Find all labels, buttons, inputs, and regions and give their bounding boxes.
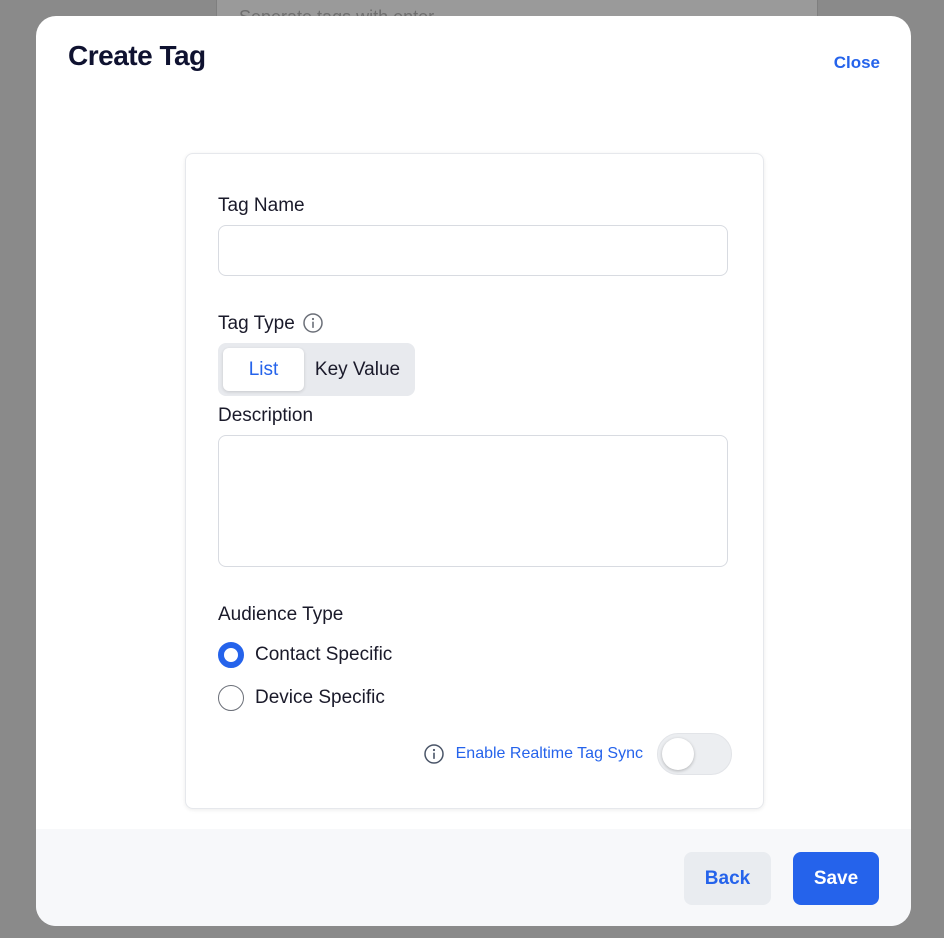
radio-button-checked[interactable]: [218, 642, 244, 668]
description-label: Description: [218, 405, 314, 426]
tag-type-option-list[interactable]: List: [223, 348, 304, 391]
tag-type-label: Tag Type: [218, 313, 295, 334]
radio-button-unchecked[interactable]: [218, 685, 244, 711]
realtime-sync-row: Enable Realtime Tag Sync: [423, 733, 732, 775]
description-textarea[interactable]: [218, 435, 728, 567]
modal-footer: Back Save: [36, 829, 911, 926]
tag-name-label: Tag Name: [218, 195, 305, 216]
audience-type-label: Audience Type: [218, 604, 344, 625]
toggle-knob: [662, 738, 694, 770]
form-card: Tag Name Tag Type List Key Value Descrip…: [185, 153, 764, 809]
radio-label-device-specific: Device Specific: [255, 687, 385, 708]
realtime-sync-label: Enable Realtime Tag Sync: [455, 745, 643, 762]
radio-label-contact-specific: Contact Specific: [255, 644, 393, 665]
create-tag-modal: Create Tag Close Tag Name Tag Type List …: [36, 16, 911, 926]
info-icon[interactable]: [303, 313, 323, 333]
info-icon[interactable]: [423, 744, 444, 764]
radio-option-device-specific[interactable]: Device Specific: [218, 684, 385, 712]
modal-title: Create Tag: [68, 40, 206, 71]
close-button[interactable]: Close: [834, 53, 880, 73]
realtime-sync-toggle[interactable]: [657, 733, 732, 775]
radio-option-contact-specific[interactable]: Contact Specific: [218, 641, 392, 669]
tag-type-segmented-control: List Key Value: [218, 343, 415, 396]
save-button[interactable]: Save: [793, 852, 879, 905]
tag-type-option-key-value[interactable]: Key Value: [310, 348, 405, 391]
tag-name-input[interactable]: [218, 225, 728, 276]
back-button[interactable]: Back: [684, 852, 771, 905]
